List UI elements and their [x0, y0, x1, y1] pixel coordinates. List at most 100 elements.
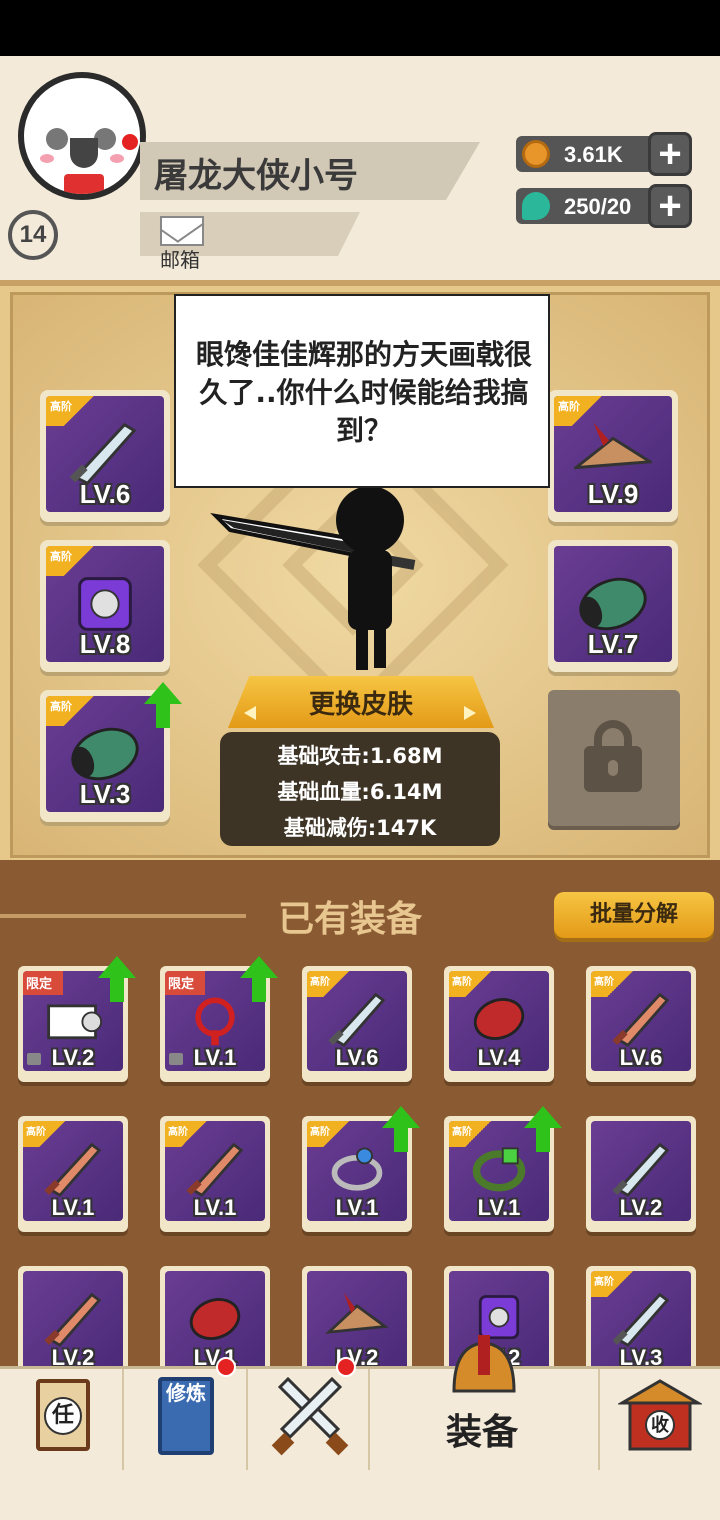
wooden-sword-icon: [612, 992, 670, 1048]
wooden-sword-icon: [44, 1142, 102, 1198]
equip-slot-hat[interactable]: 高阶 LV.9: [548, 390, 678, 522]
gauntlet-icon: [189, 1298, 241, 1340]
inventory-item[interactable]: LV.2: [586, 1116, 696, 1232]
gem-amount: 250/20: [564, 194, 632, 219]
equipment-label: 装备: [446, 1412, 519, 1453]
nav-cultivate[interactable]: 修炼: [124, 1357, 248, 1473]
stat-reduction: 基础减伤:147K: [283, 816, 437, 840]
inventory-item[interactable]: 高阶 LV.6: [302, 966, 412, 1082]
add-gold-button[interactable]: +: [648, 132, 692, 176]
equip-slot-frame: LV.7: [554, 546, 672, 662]
nav-task[interactable]: 任: [0, 1369, 124, 1473]
sword-icon: [612, 1142, 670, 1198]
straw-hat-icon: [325, 1292, 389, 1334]
stat-attack: 基础攻击:1.68M: [277, 744, 443, 768]
inventory-item[interactable]: 高阶 LV.1: [18, 1116, 128, 1232]
npc-speech-text: 眼馋佳佳辉那的方天画戟很久了..你什么时候能给我搞到？: [196, 338, 533, 447]
sword-icon: [612, 1292, 670, 1348]
avatar-eye-icon: [46, 128, 68, 150]
item-level: LV.1: [193, 1195, 237, 1220]
add-gem-button[interactable]: +: [648, 184, 692, 228]
sword-icon: [69, 422, 137, 486]
equip-slot-frame: 高阶 LV.9: [554, 396, 672, 512]
inventory-item-frame: LV.2: [23, 1271, 123, 1371]
inventory-item-frame: 高阶 LV.6: [591, 971, 691, 1071]
gauntlet-icon: [71, 727, 139, 781]
avatar-notification-dot: [120, 132, 140, 152]
lock-keyhole: [608, 760, 618, 776]
nav-collection[interactable]: 收: [600, 1369, 720, 1473]
upgrade-arrow-icon: [524, 1106, 562, 1152]
equip-slot-frame: 高阶 LV.6: [46, 396, 164, 512]
status-bar: [0, 0, 720, 56]
avatar-mouth: [70, 138, 98, 168]
inventory-item-frame: 高阶 LV.4: [449, 971, 549, 1071]
inventory-item[interactable]: LV.1: [160, 1266, 270, 1382]
avatar-scarf: [64, 174, 104, 194]
change-skin-label: 更换皮肤: [308, 690, 413, 720]
inventory-item-frame: LV.2: [307, 1271, 407, 1371]
inventory-item[interactable]: 高阶 LV.1: [160, 1116, 270, 1232]
inventory-item[interactable]: 高阶 LV.4: [444, 966, 554, 1082]
battle-notification-dot: [336, 1357, 356, 1377]
player-level-badge: 14: [8, 210, 58, 260]
item-level: LV.6: [335, 1045, 379, 1070]
inventory-item-frame: 高阶 LV.1: [23, 1121, 123, 1221]
wooden-sword-icon: [186, 1142, 244, 1198]
avatar-blush: [40, 154, 54, 163]
inventory-divider: [0, 914, 246, 918]
player-character[interactable]: [210, 480, 430, 680]
upgrade-arrow-icon: [240, 956, 278, 1002]
inventory-item[interactable]: 高阶 LV.6: [586, 966, 696, 1082]
inventory-item[interactable]: LV.2: [302, 1266, 412, 1382]
inventory-item-frame: LV.2: [591, 1121, 691, 1221]
equip-slot-armor[interactable]: 高阶 LV.8: [40, 540, 170, 672]
npc-speech-bubble: 眼馋佳佳辉那的方天画戟很久了..你什么时候能给我搞到？: [174, 294, 550, 488]
gold-resource: 3.61K +: [516, 132, 694, 176]
inventory-item-frame: 高阶 LV.6: [307, 971, 407, 1071]
bracelet-icon: [472, 1147, 526, 1192]
change-skin-button[interactable]: 更换皮肤: [228, 676, 494, 728]
inventory-item[interactable]: 高阶 LV.3: [586, 1266, 696, 1382]
nav-equipment[interactable]: 装备: [370, 1335, 600, 1473]
gem-icon: [522, 192, 550, 220]
mail-label[interactable]: 邮箱: [160, 244, 200, 273]
coin-icon: [522, 140, 550, 168]
batch-dismantle-button[interactable]: 批量分解: [554, 892, 714, 938]
equip-slot-bracer[interactable]: LV.7: [548, 540, 678, 672]
inventory-title: 已有装备: [278, 899, 423, 940]
item-level: LV.2: [619, 1195, 663, 1220]
crossed-swords-icon: [271, 1377, 349, 1456]
item-level: LV.2: [51, 1045, 95, 1070]
inventory-item-frame: 高阶 LV.3: [591, 1271, 691, 1371]
item-level: LV.1: [193, 1045, 237, 1070]
cultivate-glyph: 修炼: [166, 1381, 206, 1405]
equip-level: LV.8: [79, 629, 131, 659]
gauntlet-icon: [473, 998, 525, 1040]
collection-glyph: 收: [651, 1415, 669, 1436]
equip-slot-frame: 高阶 LV.8: [46, 546, 164, 662]
item-level: LV.1: [335, 1195, 379, 1220]
gem-resource: 250/20 +: [516, 184, 694, 228]
gold-amount: 3.61K: [564, 142, 623, 167]
equip-level: LV.3: [79, 779, 131, 809]
task-glyph: 任: [44, 1397, 82, 1435]
equip-slot-weapon[interactable]: 高阶 LV.6: [40, 390, 170, 522]
avatar-blush: [110, 154, 124, 163]
nav-battle[interactable]: [248, 1357, 370, 1473]
upgrade-arrow-icon: [98, 956, 136, 1002]
item-level: LV.1: [51, 1195, 95, 1220]
cultivate-notification-dot: [216, 1357, 236, 1377]
locked-slot[interactable]: [548, 690, 680, 826]
equip-level: LV.7: [587, 629, 639, 659]
inventory-item[interactable]: LV.2: [18, 1266, 128, 1382]
item-level: LV.6: [619, 1045, 663, 1070]
item-level: LV.4: [477, 1045, 521, 1070]
knot-icon: [195, 997, 235, 1046]
mail-icon[interactable]: [160, 216, 204, 246]
scroll-icon: [47, 1004, 103, 1040]
gauntlet-icon: [579, 577, 647, 631]
system-nav-bar: [0, 1470, 720, 1520]
armor-icon: [78, 577, 132, 631]
upgrade-arrow-icon: [382, 1106, 420, 1152]
